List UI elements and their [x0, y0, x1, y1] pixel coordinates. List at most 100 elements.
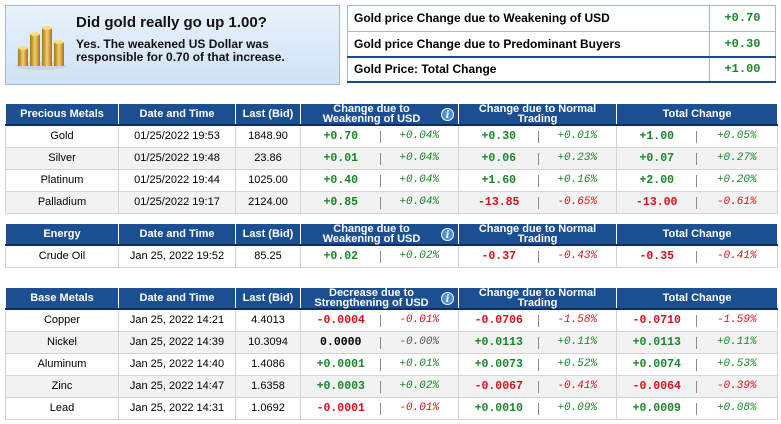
row-total-change: -13.00	[616, 190, 697, 214]
col-header-normal-trading-label: Change due to Normal Trading	[478, 223, 597, 245]
row-total-percent: -1.59%	[696, 308, 779, 332]
summary-value: +0.30	[709, 30, 776, 57]
col-header-datetime-label: Date and Time	[139, 108, 215, 120]
row-total-percent: +0.20%	[696, 168, 779, 192]
row-usd-change: +0.0003	[300, 374, 381, 398]
summary-panel: Did gold really go up 1.00? Yes. The wea…	[5, 5, 340, 85]
col-header-datetime: Date and Time	[118, 223, 236, 246]
row-usd-percent: +0.04%	[380, 146, 459, 170]
energy-table: Energy Date and Time Last (Bid) Change due …	[5, 223, 779, 268]
row-total-change: +1.00	[616, 124, 697, 148]
row-normal-percent: +0.09%	[538, 396, 617, 420]
row-usd-change: +0.01	[300, 146, 381, 170]
row-normal-percent: +0.23%	[538, 146, 617, 170]
col-header-total-change: Total Change	[615, 223, 779, 246]
row-datetime: Jan 25, 2022 14:39	[118, 330, 236, 354]
row-usd-percent: +0.04%	[380, 124, 459, 148]
col-header-bid: Last (Bid)	[235, 287, 301, 310]
row-normal-change: +0.0010	[458, 396, 539, 420]
summary-label: Gold Price: Total Change	[347, 55, 710, 83]
row-total-percent: +0.05%	[696, 124, 779, 148]
row-bid: 85.25	[235, 244, 301, 268]
info-icon[interactable]: i	[441, 292, 454, 305]
row-name: Silver	[5, 146, 119, 170]
row-usd-percent: +0.04%	[380, 168, 459, 192]
col-header-normal-trading: Change due to Normal Trading	[458, 223, 617, 246]
row-normal-percent: -0.43%	[538, 244, 617, 268]
summary-row-buyers: Gold price Change due to Predominant Buy…	[347, 30, 776, 57]
row-normal-percent: -0.65%	[538, 190, 617, 214]
row-usd-change: 0.0000	[300, 330, 381, 354]
row-name: Platinum	[5, 168, 119, 192]
row-total-change: +0.07	[616, 146, 697, 170]
row-usd-change: +0.02	[300, 244, 381, 268]
table-header-row: Precious Metals Date and Time Last (Bid) Ch…	[5, 103, 779, 126]
row-normal-percent: +0.16%	[538, 168, 617, 192]
row-name: Zinc	[5, 374, 119, 398]
row-total-change: +0.0074	[616, 352, 697, 376]
row-name: Nickel	[5, 330, 119, 354]
row-normal-percent: +0.11%	[538, 330, 617, 354]
row-bid: 23.86	[235, 146, 301, 170]
table-row: Gold 01/25/2022 19:53 1848.90 +0.70 +0.04% +0…	[5, 124, 779, 148]
row-usd-change: +0.85	[300, 190, 381, 214]
col-header-usd-change: Change due to Weakening of USD i	[300, 223, 459, 246]
row-usd-percent: +0.02%	[380, 244, 459, 268]
row-datetime: Jan 25, 2022 14:47	[118, 374, 236, 398]
col-header-normal-trading: Change due to Normal Trading	[458, 287, 617, 310]
summary-value: +1.00	[709, 55, 776, 83]
precious-metals-table: Precious Metals Date and Time Last (Bid) Ch…	[5, 103, 779, 214]
base-metals-table: Base Metals Date and Time Last (Bid) Decrea…	[5, 287, 779, 420]
row-datetime: 01/25/2022 19:48	[118, 146, 236, 170]
row-normal-percent: +0.52%	[538, 352, 617, 376]
col-header-name: Base Metals	[5, 287, 119, 310]
row-usd-percent: -0.00%	[380, 330, 459, 354]
row-datetime: 01/25/2022 19:44	[118, 168, 236, 192]
col-header-usd-change-label: Decrease due to Strengthening of USD	[314, 287, 429, 309]
col-header-total-change: Total Change	[615, 103, 779, 126]
col-header-usd-change-label: Change due to Weakening of USD	[322, 223, 421, 245]
row-usd-change: +0.0001	[300, 352, 381, 376]
row-normal-change: -0.37	[458, 244, 539, 268]
row-total-percent: +0.11%	[696, 330, 779, 354]
row-total-change: +0.0113	[616, 330, 697, 354]
col-header-bid-label: Last (Bid)	[242, 108, 294, 120]
table-row: Palladium 01/25/2022 19:17 2124.00 +0.85 +0.…	[5, 190, 779, 214]
row-usd-change: -0.0004	[300, 308, 381, 332]
col-header-normal-trading: Change due to Normal Trading	[458, 103, 617, 126]
row-total-percent: +0.53%	[696, 352, 779, 376]
info-icon[interactable]: i	[441, 228, 454, 241]
col-header-usd-change: Change due to Weakening of USD i	[300, 103, 459, 126]
table-row: Aluminum Jan 25, 2022 14:40 1.4086 +0.0001 +…	[5, 352, 779, 376]
info-icon[interactable]: i	[441, 108, 454, 121]
row-normal-change: +0.30	[458, 124, 539, 148]
row-bid: 10.3094	[235, 330, 301, 354]
row-name: Lead	[5, 396, 119, 420]
table-header-row: Base Metals Date and Time Last (Bid) Decrea…	[5, 287, 779, 310]
row-bid: 4.4013	[235, 308, 301, 332]
row-total-percent: -0.61%	[696, 190, 779, 214]
col-header-normal-trading-label: Change due to Normal Trading	[478, 103, 597, 125]
row-total-percent: -0.39%	[696, 374, 779, 398]
col-header-normal-trading-label: Change due to Normal Trading	[478, 287, 597, 309]
col-header-total-change-label: Total Change	[662, 108, 732, 120]
summary-row-usd: Gold price Change due to Weakening of US…	[347, 5, 776, 32]
row-total-percent: -0.41%	[696, 244, 779, 268]
col-header-datetime: Date and Time	[118, 103, 236, 126]
gold-bars-icon	[15, 26, 67, 70]
row-datetime: 01/25/2022 19:17	[118, 190, 236, 214]
row-usd-change: +0.70	[300, 124, 381, 148]
row-bid: 1025.00	[235, 168, 301, 192]
col-header-bid-label: Last (Bid)	[242, 292, 294, 304]
summary-question: Did gold really go up 1.00?	[76, 14, 267, 31]
table-header-row: Energy Date and Time Last (Bid) Change due …	[5, 223, 779, 246]
row-datetime: Jan 25, 2022 19:52	[118, 244, 236, 268]
row-bid: 1.4086	[235, 352, 301, 376]
col-header-usd-change: Decrease due to Strengthening of USD i	[300, 287, 459, 310]
col-header-bid-label: Last (Bid)	[242, 228, 294, 240]
row-bid: 1.6358	[235, 374, 301, 398]
col-header-datetime: Date and Time	[118, 287, 236, 310]
row-datetime: Jan 25, 2022 14:31	[118, 396, 236, 420]
row-name: Crude Oil	[5, 244, 119, 268]
table-row: Platinum 01/25/2022 19:44 1025.00 +0.40 +0.0…	[5, 168, 779, 192]
